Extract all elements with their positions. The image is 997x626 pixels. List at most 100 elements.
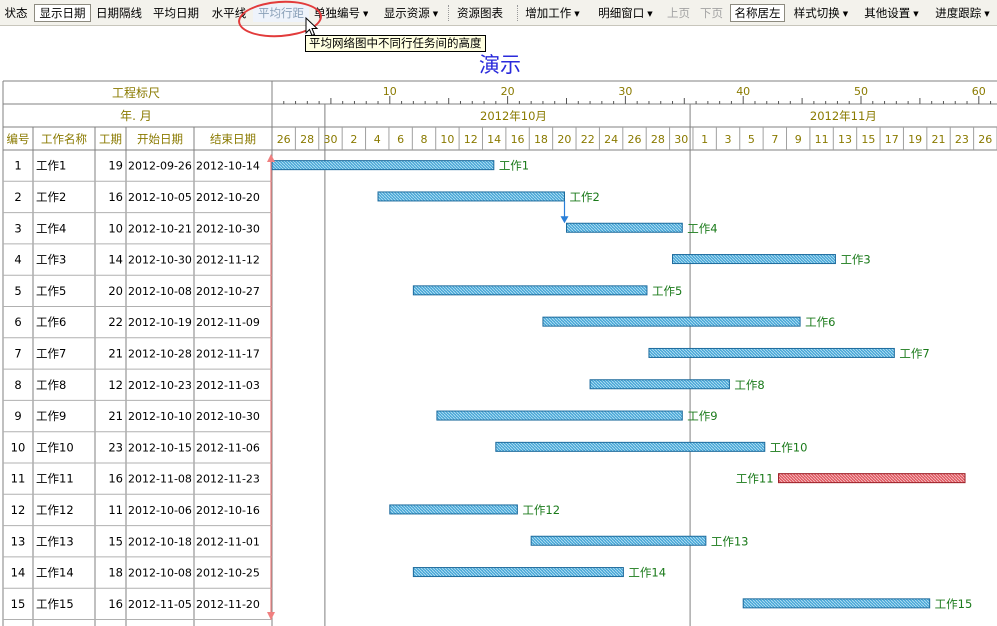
task-start-date: 2012-10-21 [128, 222, 192, 235]
gantt-bar-label: 工作2 [570, 190, 600, 204]
table-row[interactable]: 14 工作14 18 2012-10-08 2012-10-25 [11, 566, 260, 580]
task-id: 13 [11, 534, 26, 548]
chart-title: 演示 [479, 53, 521, 77]
arrow-down-icon [560, 216, 569, 224]
day-label: 30 [323, 133, 337, 146]
task-start-date: 2012-10-23 [128, 379, 192, 392]
timeline-ruler: 10 20 30 40 50 60 [283, 85, 992, 104]
gantt-bar-10[interactable] [495, 441, 766, 452]
day-label: 19 [908, 133, 922, 146]
table-row[interactable]: 7 工作7 21 2012-10-28 2012-11-17 [14, 346, 260, 360]
gantt-bar-3[interactable] [566, 222, 683, 233]
task-name: 工作6 [36, 315, 66, 329]
day-label: 23 [955, 133, 969, 146]
gantt-bar-label: 工作8 [734, 378, 764, 392]
month-label: 2012年11月 [810, 109, 877, 123]
gantt-bar-label: 工作1 [499, 159, 529, 173]
task-rows: 1 工作1 19 2012-09-26 2012-10-142 工作2 16 2012-10-… [11, 159, 260, 611]
day-label: 21 [932, 133, 946, 146]
gantt-bar-7[interactable] [648, 347, 895, 358]
ruler-label: 10 [383, 85, 397, 98]
day-label: 15 [861, 133, 875, 146]
task-start-date: 2012-10-08 [128, 285, 192, 298]
tooltip: 平均网络图中不同行任务间的高度 [305, 35, 486, 52]
table-row[interactable]: 1 工作1 19 2012-09-26 2012-10-14 [14, 159, 260, 173]
day-label: 18 [534, 133, 548, 146]
task-duration: 16 [108, 472, 123, 486]
task-end-date: 2012-10-16 [196, 504, 260, 517]
task-start-date: 2012-11-05 [128, 598, 192, 611]
task-start-date: 2012-10-06 [128, 504, 192, 517]
gantt-bar-2[interactable] [377, 191, 565, 202]
task-end-date: 2012-11-20 [196, 598, 260, 611]
task-duration: 16 [108, 190, 123, 204]
yearmonth-label: 年. 月 [120, 109, 152, 123]
task-name: 工作13 [36, 534, 74, 548]
gantt-bar-13[interactable] [530, 535, 707, 546]
table-row[interactable]: 12 工作12 11 2012-10-06 2012-10-16 [11, 503, 260, 517]
table-row[interactable]: 13 工作13 15 2012-10-18 2012-11-01 [11, 534, 260, 548]
task-name: 工作14 [36, 566, 74, 580]
task-end-date: 2012-11-03 [196, 379, 260, 392]
ruler-label: 工程标尺 [112, 85, 160, 100]
task-end-date: 2012-10-30 [196, 410, 260, 423]
gantt-bar-14[interactable] [412, 567, 624, 578]
table-row[interactable]: 10 工作10 23 2012-10-15 2012-11-06 [11, 440, 260, 454]
gantt-bar-5[interactable] [412, 285, 648, 296]
task-start-date: 2012-10-08 [128, 567, 192, 580]
gantt-bar-9[interactable] [436, 410, 683, 421]
day-label: 1 [701, 133, 708, 146]
day-label: 26 [628, 133, 642, 146]
task-duration: 21 [108, 409, 123, 423]
task-name: 工作5 [36, 284, 66, 298]
day-label: 6 [397, 133, 404, 146]
task-id: 14 [11, 566, 26, 580]
task-id: 6 [14, 315, 21, 329]
ruler-label: 20 [501, 85, 515, 98]
task-duration: 20 [108, 284, 123, 298]
table-row[interactable]: 15 工作15 16 2012-11-05 2012-11-20 [11, 597, 260, 611]
gantt-bar-label: 工作7 [899, 346, 929, 360]
gantt-bar-4[interactable] [672, 254, 836, 265]
task-start-date: 2012-10-10 [128, 410, 192, 423]
day-label: 10 [440, 133, 454, 146]
table-row[interactable]: 2 工作2 16 2012-10-05 2012-10-20 [14, 190, 260, 204]
day-label: 30 [674, 133, 688, 146]
ruler-label: 60 [972, 85, 986, 98]
task-name: 工作11 [36, 472, 74, 486]
day-label: 7 [771, 133, 778, 146]
gantt-bar-12[interactable] [389, 504, 518, 515]
table-row[interactable]: 9 工作9 21 2012-10-10 2012-10-30 [14, 409, 260, 423]
arrow-up-icon [267, 154, 275, 162]
month-row: 2012年10月 2012年11月 [480, 109, 877, 123]
task-id: 3 [14, 221, 21, 235]
gantt-bar-1[interactable] [271, 160, 495, 171]
table-row[interactable]: 5 工作5 20 2012-10-08 2012-10-27 [14, 284, 260, 298]
table-row[interactable]: 8 工作8 12 2012-10-23 2012-11-03 [14, 378, 260, 392]
gantt-bar-label: 工作11 [736, 472, 774, 486]
day-label: 26 [978, 133, 992, 146]
task-end-date: 2012-11-06 [196, 441, 260, 454]
gantt-bar-label: 工作14 [628, 566, 666, 580]
gantt-bar-label: 工作6 [805, 315, 835, 329]
table-row[interactable]: 11 工作11 16 2012-11-08 2012-11-23 [11, 472, 260, 486]
task-duration: 21 [108, 346, 123, 360]
gantt-bar-label: 工作12 [522, 503, 560, 517]
table-row[interactable]: 4 工作3 14 2012-10-30 2012-11-12 [14, 253, 260, 267]
gantt-bar-11[interactable] [778, 473, 966, 484]
day-label: 28 [300, 133, 314, 146]
table-row[interactable]: 3 工作4 10 2012-10-21 2012-10-30 [14, 221, 260, 235]
date-marker[interactable] [267, 154, 275, 620]
day-row: 26 28 30 2 4 6 8 10 12 14 16 18 20 22 24 26 28 30 1 3 5 7 9 11 1… [277, 127, 997, 150]
task-start-date: 2012-10-05 [128, 191, 192, 204]
gantt-bar-8[interactable] [589, 379, 730, 390]
task-id: 12 [11, 503, 26, 517]
gantt-bars: 工作1 工作2 工作4 工作3 工作5 工作6 工作7 工作8 工作9 工作10 工作11 工作12 工… [271, 159, 972, 611]
table-row[interactable]: 6 工作6 22 2012-10-19 2012-11-09 [14, 315, 260, 329]
task-id: 1 [14, 159, 21, 173]
task-id: 10 [11, 440, 26, 454]
task-end-date: 2012-11-01 [196, 535, 260, 548]
day-label: 11 [815, 133, 829, 146]
gantt-bar-6[interactable] [542, 316, 801, 327]
gantt-bar-15[interactable] [742, 598, 931, 609]
